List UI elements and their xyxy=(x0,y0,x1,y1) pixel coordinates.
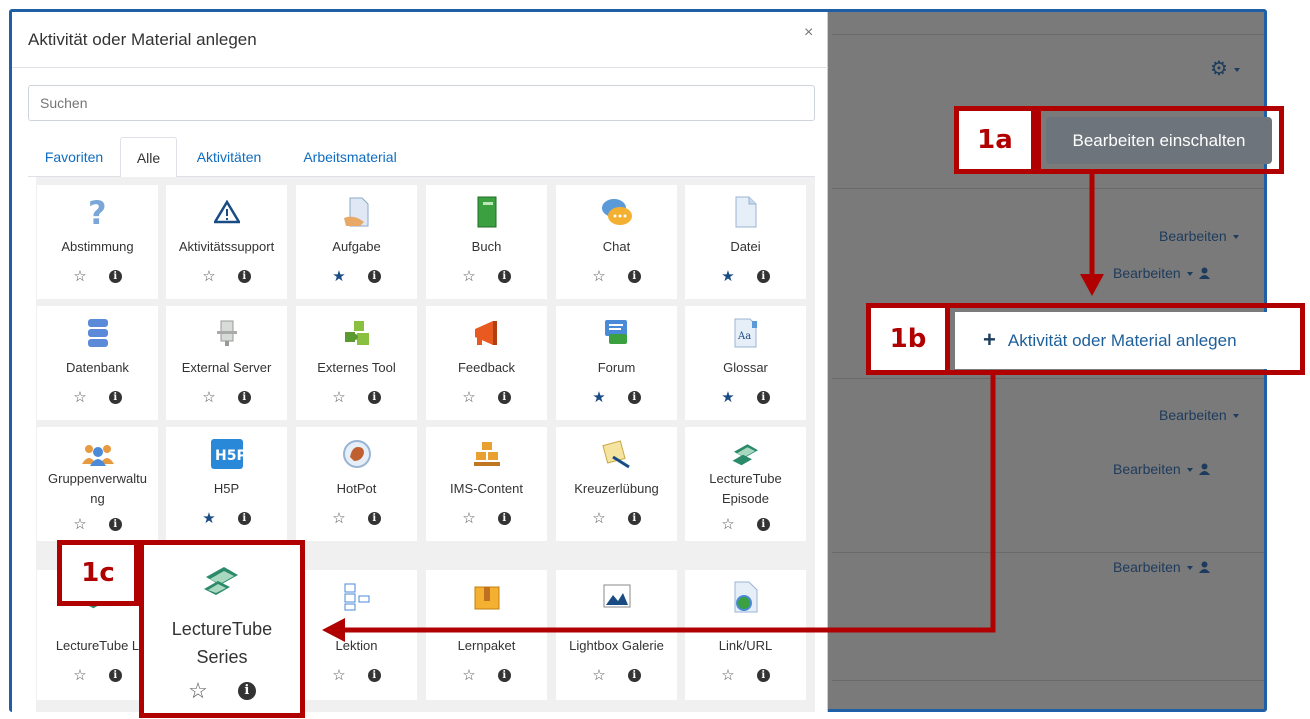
screenshot-frame: ⚙ Bearbeiten Bearbeiten Bearbeiten Bearb… xyxy=(0,0,1310,719)
info-icon[interactable]: i xyxy=(237,682,256,700)
lecturetube-series-tile[interactable]: LectureTube Series ☆ i xyxy=(139,540,305,718)
arrow-head-1b xyxy=(1080,274,1104,296)
arrow-head-1c xyxy=(322,618,345,642)
tile-actions: ☆ i xyxy=(144,678,300,704)
tile-label: LectureTube Series xyxy=(171,619,273,667)
arrow-1b-to-1c xyxy=(340,375,996,633)
annotation-label-1c: 1c xyxy=(57,540,139,606)
lecturetube-icon xyxy=(144,563,300,597)
star-icon[interactable]: ☆ xyxy=(188,678,208,704)
